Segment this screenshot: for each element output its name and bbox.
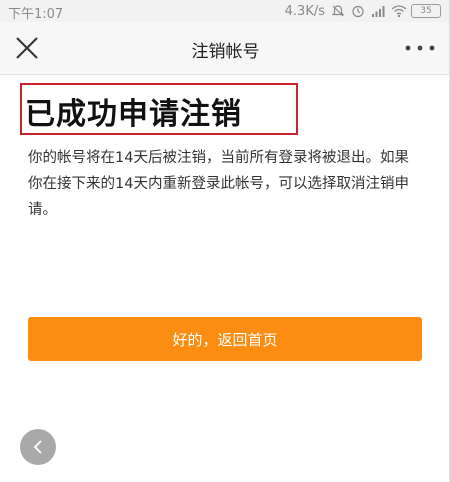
page-title: 注销帐号 <box>191 42 260 62</box>
mute-icon <box>331 4 345 18</box>
success-headline: 已成功申请注销 <box>25 97 242 132</box>
cancellation-description: 你的帐号将在14天后被注销，当前所有登录将被退出。如果你在接下来的14天内重新登… <box>28 150 409 218</box>
chevron-left-icon <box>33 440 42 454</box>
network-speed: 4.3K/s <box>284 3 325 19</box>
back-button[interactable] <box>20 429 56 465</box>
battery-level: 35 <box>420 6 432 16</box>
battery-icon: 35 <box>411 4 441 18</box>
alarm-icon <box>351 4 365 18</box>
signal-icon <box>371 4 385 18</box>
main-content: 已成功申请注销 你的帐号将在14天后被注销，当前所有登录将被退出。如果你在接下来… <box>0 75 451 482</box>
return-home-button[interactable]: 好的，返回首页 <box>28 317 422 361</box>
wifi-icon <box>391 4 407 18</box>
navigation-bar: 注销帐号 <box>0 22 451 75</box>
status-indicators: 4.3K/s 35 <box>285 2 441 20</box>
status-bar: 下午1:07 4.3K/s 35 <box>0 0 451 22</box>
status-time: 下午1:07 <box>8 7 64 22</box>
more-icon <box>405 45 435 51</box>
more-button[interactable] <box>403 37 437 59</box>
